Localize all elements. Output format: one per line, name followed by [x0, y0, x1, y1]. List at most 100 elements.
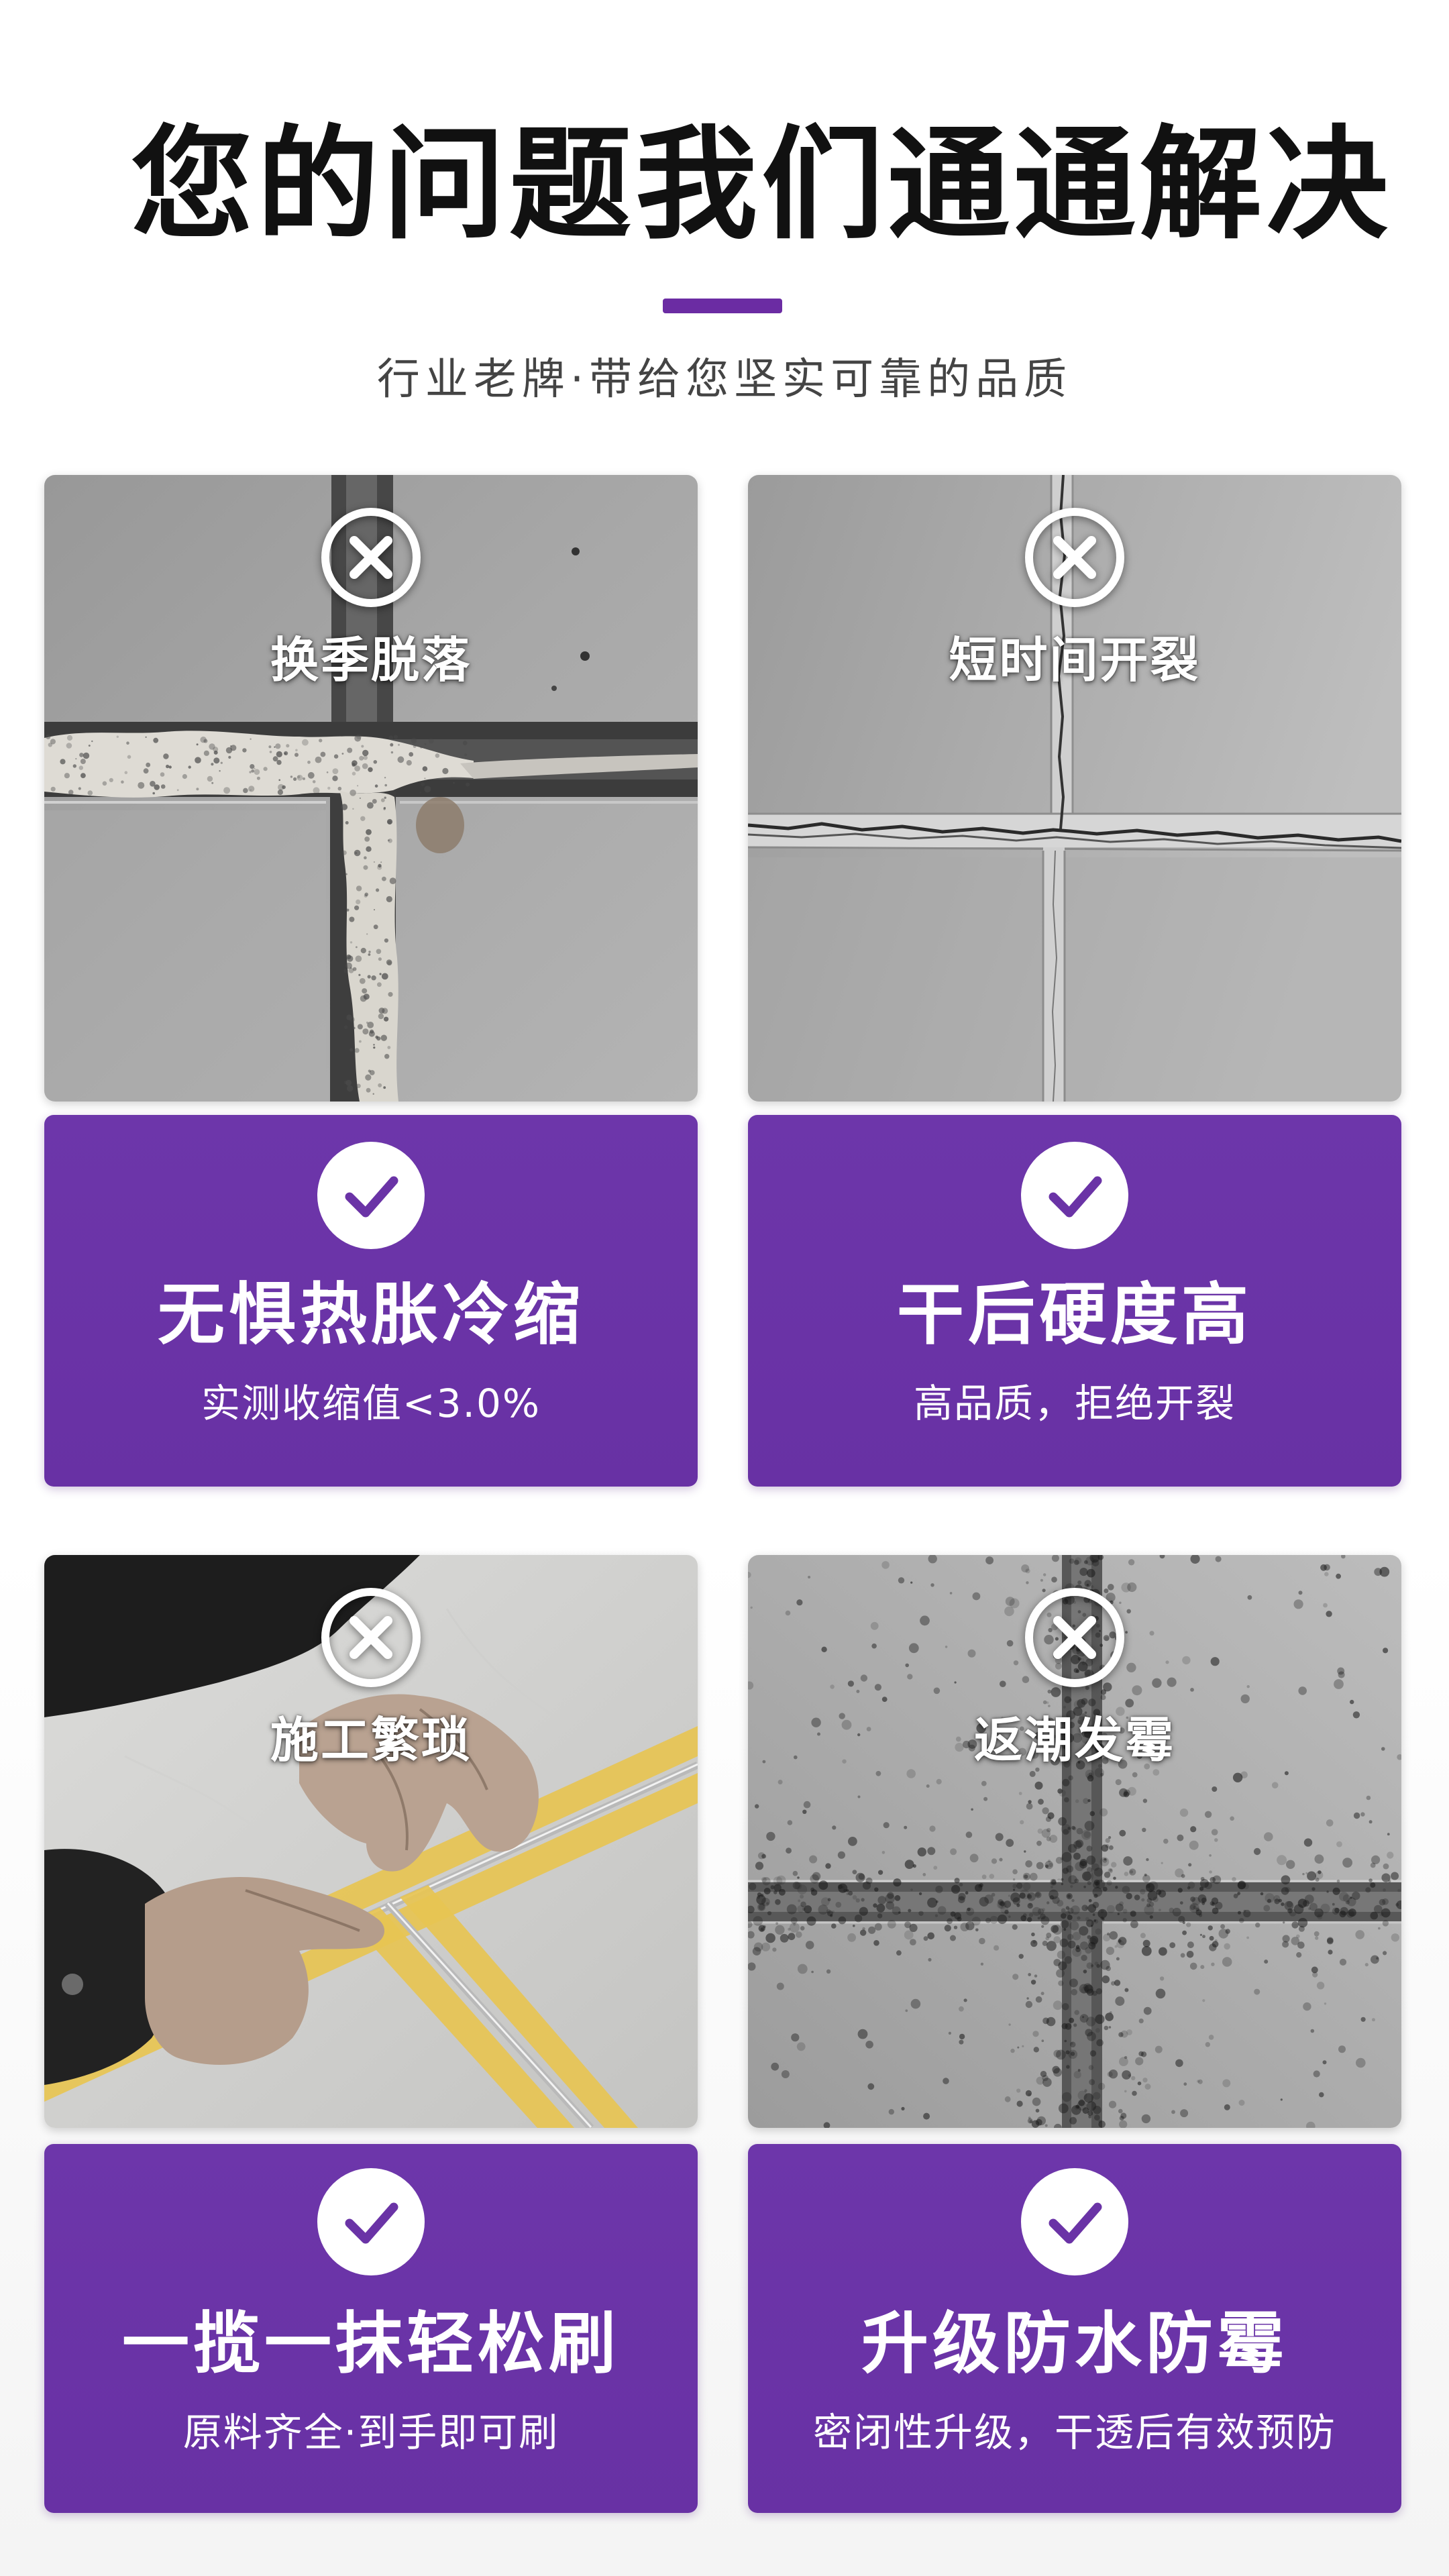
mold-speck: [1047, 1812, 1055, 1819]
mold-speck: [1348, 1909, 1356, 1917]
problem-photo-peeling-grout: 换季脱落: [44, 475, 698, 1102]
mold-speck: [1064, 1956, 1073, 1964]
grime-speck: [373, 924, 378, 930]
mold-speck: [989, 1915, 998, 1924]
mold-speck: [1152, 1678, 1162, 1688]
mold-speck: [1115, 1886, 1118, 1889]
grime-speck: [327, 786, 331, 790]
mold-speck: [1010, 2048, 1015, 2053]
mold-speck: [1202, 1935, 1205, 1939]
grime-speck: [362, 1028, 369, 1035]
mold-speck: [855, 1898, 860, 1903]
grime-speck: [341, 753, 344, 755]
grime-speck: [127, 755, 131, 759]
mold-speck: [1096, 2039, 1104, 2047]
mold-speck: [1183, 2082, 1187, 2086]
grime-speck: [372, 1093, 374, 1095]
mold-speck: [1324, 2002, 1327, 2005]
grime-speck: [350, 1048, 354, 1052]
grime-speck: [102, 781, 107, 786]
mold-speck: [1006, 1839, 1014, 1847]
grime-speck: [357, 785, 359, 787]
grime-speck: [326, 771, 329, 773]
mold-speck: [959, 2039, 964, 2045]
mold-speck: [1061, 1851, 1072, 1862]
mold-speck: [1059, 1938, 1069, 1947]
mold-speck: [1041, 1925, 1044, 1928]
mold-speck: [1124, 2055, 1128, 2059]
mold-speck: [926, 1784, 930, 1788]
mold-speck: [1118, 1937, 1127, 1945]
mold-speck: [995, 1833, 1004, 1841]
mold-speck: [1084, 2089, 1087, 2092]
mold-speck: [893, 1878, 902, 1887]
mold-speck: [1199, 1886, 1204, 1891]
mold-speck: [1057, 1950, 1066, 1960]
mold-speck: [1095, 1928, 1102, 1935]
mold-speck: [954, 1912, 961, 1920]
solution-panel: 干后硬度高 高品质，拒绝开裂: [748, 1115, 1401, 1487]
grime-speck: [390, 751, 394, 754]
mold-speck: [910, 1888, 913, 1891]
grime-speck: [347, 1085, 354, 1092]
grime-speck: [337, 786, 342, 791]
grime-speck: [347, 955, 354, 962]
grime-speck: [176, 789, 179, 792]
grime-speck: [138, 782, 145, 789]
mold-speck: [1094, 2114, 1100, 2121]
page-title: 您的问题我们通通解决: [131, 113, 1392, 256]
mold-speck: [1142, 2078, 1148, 2083]
mold-speck: [1224, 1943, 1230, 1950]
mold-speck: [923, 1936, 928, 1941]
grime-speck: [220, 761, 223, 764]
mold-speck: [1224, 2104, 1230, 2110]
mold-speck: [883, 1822, 890, 1829]
grime-speck: [352, 771, 356, 775]
mold-speck: [757, 1903, 766, 1911]
mold-speck: [1062, 1868, 1069, 1874]
grime-speck: [378, 957, 382, 961]
mold-speck: [773, 1884, 782, 1892]
mold-speck: [1238, 1911, 1241, 1915]
mold-speck: [818, 1880, 828, 1890]
mold-speck: [873, 1940, 879, 1946]
mold-speck: [1105, 2012, 1114, 2021]
mold-speck: [1029, 1872, 1038, 1881]
mold-speck: [1280, 2098, 1283, 2101]
mold-speck: [1069, 2041, 1076, 2047]
mold-speck: [1320, 1903, 1330, 1913]
mold-speck: [1190, 1826, 1197, 1833]
mold-speck: [1232, 1877, 1236, 1882]
grime-speck: [355, 955, 362, 962]
mold-speck: [802, 1809, 807, 1814]
mold-speck: [1159, 1947, 1167, 1956]
grime-speck: [349, 916, 355, 922]
mold-speck: [1084, 1821, 1095, 1831]
mold-speck: [912, 1864, 916, 1868]
mold-speck: [1064, 1797, 1069, 1803]
grime-speck: [363, 755, 368, 760]
mold-speck: [1328, 1949, 1333, 1955]
mold-speck: [1103, 1933, 1111, 1941]
mold-speck: [937, 1906, 947, 1915]
mold-speck: [954, 1681, 957, 1684]
mold-speck: [927, 1847, 936, 1856]
mold-speck: [1111, 1981, 1116, 1986]
mold-speck: [1079, 2014, 1089, 2023]
mold-speck: [1317, 1914, 1323, 1920]
mold-speck: [878, 1870, 883, 1875]
grime-speck: [146, 762, 151, 767]
mold-speck: [1008, 1894, 1010, 1897]
mold-speck: [1128, 1559, 1135, 1566]
grime-speck: [411, 737, 417, 744]
grime-speck: [182, 773, 187, 780]
mold-speck: [1042, 1700, 1047, 1705]
mold-speck: [944, 1925, 951, 1932]
mold-speck: [1311, 1887, 1316, 1891]
mold-speck: [1190, 1688, 1194, 1692]
mold-speck: [1053, 1959, 1061, 1966]
mold-speck: [750, 1606, 753, 1609]
mold-speck: [1177, 1888, 1183, 1893]
mold-speck: [1042, 1807, 1049, 1815]
mold-speck: [1195, 1909, 1202, 1916]
